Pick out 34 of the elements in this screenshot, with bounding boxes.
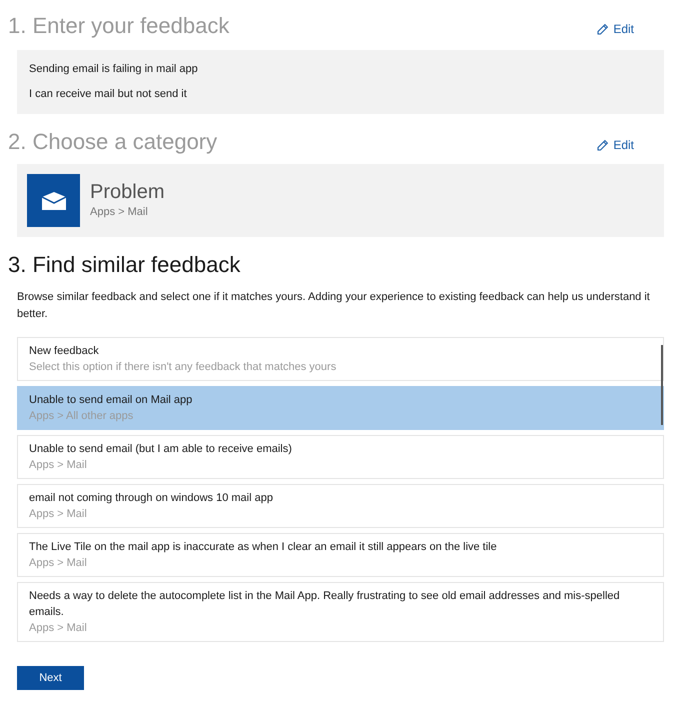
result-item[interactable]: email not coming through on windows 10 mail app Apps > Mail (17, 484, 664, 528)
description-text: Browse similar feedback and select one if it matches yours. Adding your experience to existing feedback can help us understand it better. (17, 290, 651, 322)
section-heading: 3. Find similar feedback (8, 251, 240, 279)
result-title: Unable to send email (but I am able to receive emails) (29, 442, 293, 457)
result-path: Apps > Mail (29, 621, 88, 636)
result-path: Apps > Mail (29, 458, 88, 473)
feedback-text: Sending email is failing in mail app (29, 62, 199, 77)
result-item[interactable]: Unable to send email (but I am able to receive emails) Apps > Mail (17, 435, 664, 479)
result-item[interactable]: The Live Tile on the mail app is inaccurate as when I clear an email it still appears on the live tile Apps > Mail (17, 533, 664, 577)
result-title: Unable to send email on Mail app (29, 393, 194, 408)
result-title: The Live Tile on the mail app is inaccurate as when I clear an email it still appears on the live tile (29, 540, 498, 555)
edit-link[interactable]: Edit (596, 20, 634, 38)
feedback-box[interactable]: Sending email is failing in mail app I can receive mail but not send it (17, 50, 664, 114)
pencil-icon (596, 138, 610, 152)
result-title: email not coming through on windows 10 mail app (29, 491, 274, 506)
result-title: Needs a way to delete the autocomplete list in the Mail App. Really frustrating to see old email addresses and mis-spelled emails. (29, 589, 621, 620)
next-button[interactable]: Next (17, 666, 84, 690)
result-item[interactable]: Needs a way to delete the autocomplete list in the Mail App. Really frustrating to see old email addresses and mis-spelled emails. Apps > Mail (17, 582, 664, 642)
result-path: Select this option if there isn't any feedback that matches yours (29, 360, 338, 375)
pencil-icon (596, 22, 610, 36)
envelope-icon (40, 190, 66, 210)
section-heading: 2. Choose a category (8, 128, 218, 156)
category-path: Apps > Mail (90, 205, 149, 220)
result-path: Apps > All other apps (29, 409, 134, 424)
scrollbar[interactable] (661, 345, 663, 425)
result-path: Apps > Mail (29, 556, 88, 571)
result-title: New feedback (29, 344, 100, 359)
result-item[interactable]: Unable to send email on Mail app Apps > All other apps (17, 386, 664, 430)
category-title: Problem (90, 180, 164, 204)
section-heading: 1. Enter your feedback (8, 12, 230, 40)
edit-link[interactable]: Edit (596, 136, 634, 154)
result-item[interactable]: New feedback Select this option if there isn't any feedback that matches yours (17, 337, 664, 381)
result-path: Apps > Mail (29, 507, 88, 522)
feedback-text: I can receive mail but not send it (29, 87, 188, 102)
